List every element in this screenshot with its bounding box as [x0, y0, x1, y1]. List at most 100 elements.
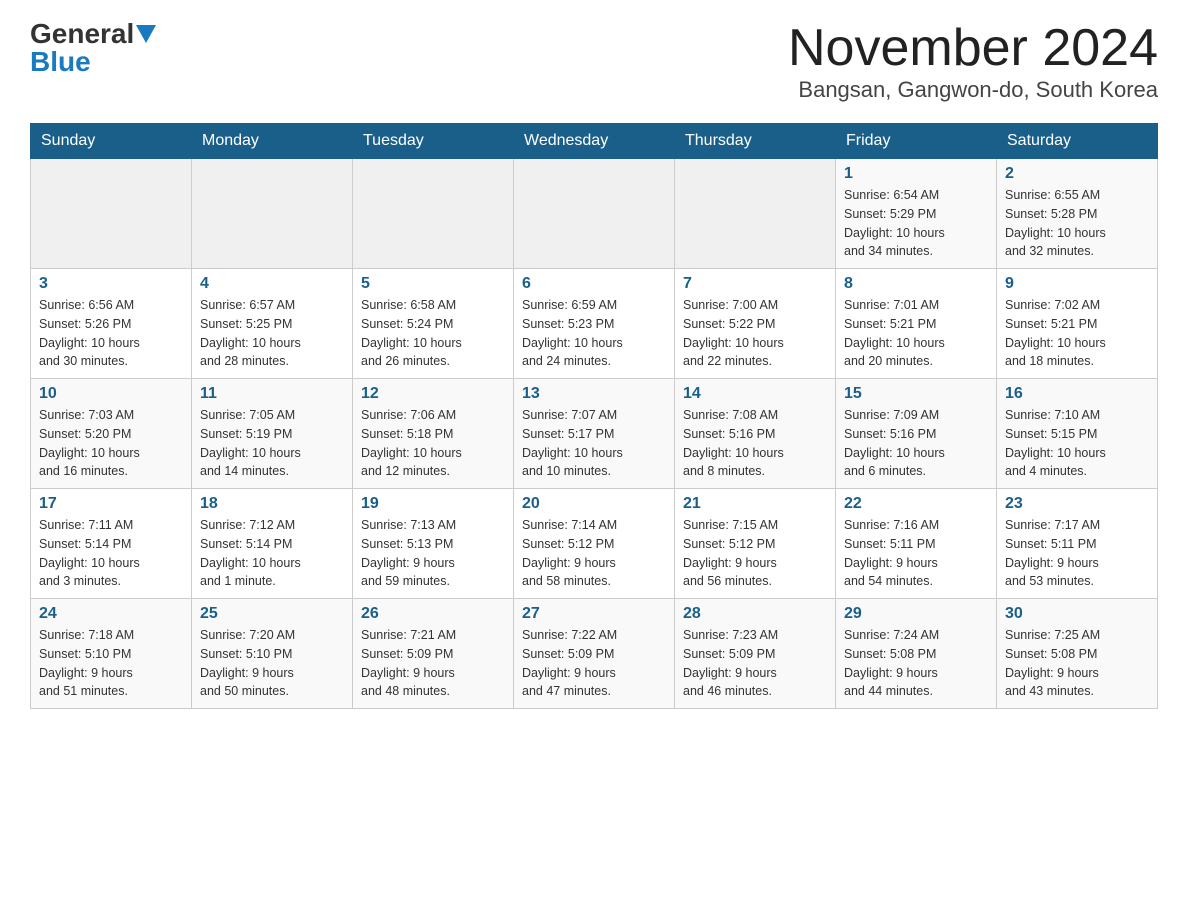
calendar-cell: 4Sunrise: 6:57 AM Sunset: 5:25 PM Daylig…	[192, 269, 353, 379]
day-number: 25	[200, 605, 344, 623]
day-info: Sunrise: 7:00 AM Sunset: 5:22 PM Dayligh…	[683, 296, 827, 371]
logo: General Blue	[30, 20, 156, 76]
day-info: Sunrise: 7:09 AM Sunset: 5:16 PM Dayligh…	[844, 406, 988, 481]
calendar-cell: 14 Sunrise: 7:08 AM Sunset: 5:16 PM Dayli…	[675, 379, 836, 489]
header-tuesday: Tuesday	[353, 124, 514, 159]
calendar-cell: 15Sunrise: 7:09 AM Sunset: 5:16 PM Dayli…	[836, 379, 997, 489]
day-info: Sunrise: 7:11 AM Sunset: 5:14 PM Dayligh…	[39, 516, 183, 591]
day-number: 4	[200, 275, 344, 293]
calendar-cell: 19 Sunrise: 7:13 AM Sunset: 5:13 PM Dayli…	[353, 489, 514, 599]
day-info: Sunrise: 7:18 AM Sunset: 5:10 PM Dayligh…	[39, 626, 183, 701]
calendar-cell: 20 Sunrise: 7:14 AM Sunset: 5:12 PM Dayli…	[514, 489, 675, 599]
calendar-cell: 8Sunrise: 7:01 AM Sunset: 5:21 PM Daylig…	[836, 269, 997, 379]
calendar-cell: 10 Sunrise: 7:03 AM Sunset: 5:20 PM Dayli…	[31, 379, 192, 489]
day-number: 26	[361, 605, 505, 623]
calendar-week-row: 3Sunrise: 6:56 AM Sunset: 5:26 PM Daylig…	[31, 269, 1158, 379]
day-info: Sunrise: 7:23 AM Sunset: 5:09 PM Dayligh…	[683, 626, 827, 701]
day-number: 14	[683, 385, 827, 403]
day-number: 13	[522, 385, 666, 403]
calendar-cell: 21 Sunrise: 7:15 AM Sunset: 5:12 PM Dayli…	[675, 489, 836, 599]
day-info: Sunrise: 7:22 AM Sunset: 5:09 PM Dayligh…	[522, 626, 666, 701]
calendar-cell	[675, 159, 836, 269]
calendar-cell: 29 Sunrise: 7:24 AM Sunset: 5:08 PM Dayli…	[836, 599, 997, 709]
day-info: Sunrise: 7:08 AM Sunset: 5:16 PM Dayligh…	[683, 406, 827, 481]
calendar-cell: 9 Sunrise: 7:02 AM Sunset: 5:21 PM Daylig…	[997, 269, 1158, 379]
day-number: 22	[844, 495, 988, 513]
day-number: 17	[39, 495, 183, 513]
calendar-cell: 12Sunrise: 7:06 AM Sunset: 5:18 PM Dayli…	[353, 379, 514, 489]
calendar-table: SundayMondayTuesdayWednesdayThursdayFrid…	[30, 123, 1158, 709]
day-info: Sunrise: 7:16 AM Sunset: 5:11 PM Dayligh…	[844, 516, 988, 591]
calendar-cell: 25Sunrise: 7:20 AM Sunset: 5:10 PM Dayli…	[192, 599, 353, 709]
day-number: 11	[200, 385, 344, 403]
day-number: 1	[844, 165, 988, 183]
day-info: Sunrise: 7:24 AM Sunset: 5:08 PM Dayligh…	[844, 626, 988, 701]
day-number: 16	[1005, 385, 1149, 403]
location-subtitle: Bangsan, Gangwon-do, South Korea	[788, 77, 1158, 103]
day-info: Sunrise: 7:25 AM Sunset: 5:08 PM Dayligh…	[1005, 626, 1149, 701]
calendar-week-row: 24 Sunrise: 7:18 AM Sunset: 5:10 PM Dayli…	[31, 599, 1158, 709]
day-info: Sunrise: 7:01 AM Sunset: 5:21 PM Dayligh…	[844, 296, 988, 371]
day-number: 23	[1005, 495, 1149, 513]
calendar-cell: 22 Sunrise: 7:16 AM Sunset: 5:11 PM Dayli…	[836, 489, 997, 599]
day-number: 27	[522, 605, 666, 623]
logo-blue-text: Blue	[30, 48, 91, 76]
day-number: 29	[844, 605, 988, 623]
calendar-cell: 16 Sunrise: 7:10 AM Sunset: 5:15 PM Dayli…	[997, 379, 1158, 489]
calendar-cell: 27 Sunrise: 7:22 AM Sunset: 5:09 PM Dayli…	[514, 599, 675, 709]
day-number: 5	[361, 275, 505, 293]
month-title: November 2024	[788, 20, 1158, 77]
calendar-week-row: 17 Sunrise: 7:11 AM Sunset: 5:14 PM Dayli…	[31, 489, 1158, 599]
day-info: Sunrise: 7:06 AM Sunset: 5:18 PM Dayligh…	[361, 406, 505, 481]
day-number: 28	[683, 605, 827, 623]
calendar-cell: 5 Sunrise: 6:58 AM Sunset: 5:24 PM Daylig…	[353, 269, 514, 379]
day-number: 10	[39, 385, 183, 403]
calendar-cell: 13 Sunrise: 7:07 AM Sunset: 5:17 PM Dayli…	[514, 379, 675, 489]
calendar-cell	[31, 159, 192, 269]
day-info: Sunrise: 7:15 AM Sunset: 5:12 PM Dayligh…	[683, 516, 827, 591]
calendar-cell: 23 Sunrise: 7:17 AM Sunset: 5:11 PM Dayli…	[997, 489, 1158, 599]
calendar-header-row: SundayMondayTuesdayWednesdayThursdayFrid…	[31, 124, 1158, 159]
day-number: 20	[522, 495, 666, 513]
day-info: Sunrise: 7:17 AM Sunset: 5:11 PM Dayligh…	[1005, 516, 1149, 591]
header-wednesday: Wednesday	[514, 124, 675, 159]
day-info: Sunrise: 6:54 AM Sunset: 5:29 PM Dayligh…	[844, 186, 988, 261]
day-info: Sunrise: 7:14 AM Sunset: 5:12 PM Dayligh…	[522, 516, 666, 591]
calendar-cell: 6Sunrise: 6:59 AM Sunset: 5:23 PM Daylig…	[514, 269, 675, 379]
day-info: Sunrise: 7:05 AM Sunset: 5:19 PM Dayligh…	[200, 406, 344, 481]
day-number: 18	[200, 495, 344, 513]
day-info: Sunrise: 7:07 AM Sunset: 5:17 PM Dayligh…	[522, 406, 666, 481]
header-friday: Friday	[836, 124, 997, 159]
day-info: Sunrise: 6:55 AM Sunset: 5:28 PM Dayligh…	[1005, 186, 1149, 261]
calendar-cell	[353, 159, 514, 269]
day-number: 24	[39, 605, 183, 623]
calendar-cell: 30 Sunrise: 7:25 AM Sunset: 5:08 PM Dayli…	[997, 599, 1158, 709]
title-block: November 2024 Bangsan, Gangwon-do, South…	[788, 20, 1158, 103]
calendar-week-row: 1 Sunrise: 6:54 AM Sunset: 5:29 PM Daylig…	[31, 159, 1158, 269]
day-number: 6	[522, 275, 666, 293]
day-info: Sunrise: 7:13 AM Sunset: 5:13 PM Dayligh…	[361, 516, 505, 591]
day-number: 7	[683, 275, 827, 293]
day-number: 21	[683, 495, 827, 513]
calendar-cell: 3Sunrise: 6:56 AM Sunset: 5:26 PM Daylig…	[31, 269, 192, 379]
day-info: Sunrise: 7:02 AM Sunset: 5:21 PM Dayligh…	[1005, 296, 1149, 371]
header-monday: Monday	[192, 124, 353, 159]
day-number: 19	[361, 495, 505, 513]
calendar-cell: 18 Sunrise: 7:12 AM Sunset: 5:14 PM Dayli…	[192, 489, 353, 599]
day-number: 2	[1005, 165, 1149, 183]
day-number: 30	[1005, 605, 1149, 623]
calendar-cell: 1 Sunrise: 6:54 AM Sunset: 5:29 PM Daylig…	[836, 159, 997, 269]
calendar-cell: 17 Sunrise: 7:11 AM Sunset: 5:14 PM Dayli…	[31, 489, 192, 599]
header-sunday: Sunday	[31, 124, 192, 159]
day-info: Sunrise: 7:21 AM Sunset: 5:09 PM Dayligh…	[361, 626, 505, 701]
calendar-cell: 28 Sunrise: 7:23 AM Sunset: 5:09 PM Dayli…	[675, 599, 836, 709]
header-thursday: Thursday	[675, 124, 836, 159]
day-info: Sunrise: 6:58 AM Sunset: 5:24 PM Dayligh…	[361, 296, 505, 371]
day-info: Sunrise: 7:03 AM Sunset: 5:20 PM Dayligh…	[39, 406, 183, 481]
logo-general-text: General	[30, 20, 134, 48]
day-number: 9	[1005, 275, 1149, 293]
day-info: Sunrise: 7:12 AM Sunset: 5:14 PM Dayligh…	[200, 516, 344, 591]
calendar-cell: 26 Sunrise: 7:21 AM Sunset: 5:09 PM Dayli…	[353, 599, 514, 709]
calendar-cell	[514, 159, 675, 269]
day-info: Sunrise: 7:10 AM Sunset: 5:15 PM Dayligh…	[1005, 406, 1149, 481]
